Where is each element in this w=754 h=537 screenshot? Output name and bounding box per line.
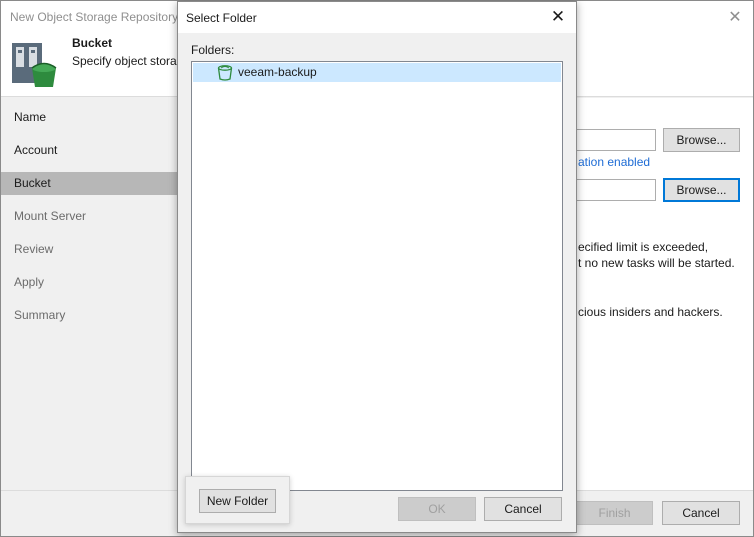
header-title: Bucket bbox=[72, 36, 113, 50]
folders-label: Folders: bbox=[191, 43, 235, 57]
header-subtitle: Specify object storag bbox=[72, 54, 184, 68]
step-mount-server: Mount Server bbox=[14, 209, 87, 223]
dialog-title: Select Folder bbox=[186, 11, 257, 25]
select-folder-dialog: Select Folder ✕ Folders: veeam-backup Ne… bbox=[177, 1, 577, 533]
browse-button-2[interactable]: Browse... bbox=[663, 178, 740, 202]
limit-text-2: t no new tasks will be started. bbox=[578, 256, 735, 270]
close-icon[interactable]: ✕ bbox=[547, 6, 569, 28]
wizard-cancel-button[interactable]: Cancel bbox=[662, 501, 740, 525]
tree-item-label: veeam-backup bbox=[238, 65, 317, 79]
tree-item-veeam-backup[interactable]: veeam-backup bbox=[193, 63, 561, 82]
wizard-close-icon[interactable]: ✕ bbox=[725, 7, 745, 27]
new-folder-area: New Folder bbox=[185, 476, 290, 524]
dialog-titlebar: Select Folder ✕ bbox=[178, 2, 576, 33]
finish-button[interactable]: Finish bbox=[576, 501, 653, 525]
wizard-steps: Name Account Bucket Mount Server Review … bbox=[1, 98, 179, 490]
wizard-title: New Object Storage Repository bbox=[10, 10, 179, 24]
step-bucket[interactable]: Bucket bbox=[1, 172, 179, 195]
folder-tree[interactable]: veeam-backup bbox=[191, 61, 563, 491]
immutability-link[interactable]: ation enabled bbox=[578, 155, 650, 169]
step-account[interactable]: Account bbox=[1, 139, 179, 162]
cancel-button[interactable]: Cancel bbox=[484, 497, 562, 521]
ok-button[interactable]: OK bbox=[398, 497, 476, 521]
bucket-icon bbox=[12, 43, 57, 87]
immutability-text: cious insiders and hackers. bbox=[578, 305, 723, 319]
browse-button-1[interactable]: Browse... bbox=[663, 128, 740, 152]
step-summary: Summary bbox=[14, 308, 66, 322]
bucket-icon bbox=[217, 65, 233, 81]
new-folder-button[interactable]: New Folder bbox=[199, 489, 276, 513]
step-name[interactable]: Name bbox=[1, 106, 179, 129]
limit-text-1: ecified limit is exceeded, bbox=[578, 240, 709, 254]
step-apply: Apply bbox=[14, 275, 45, 289]
step-review: Review bbox=[14, 242, 54, 256]
